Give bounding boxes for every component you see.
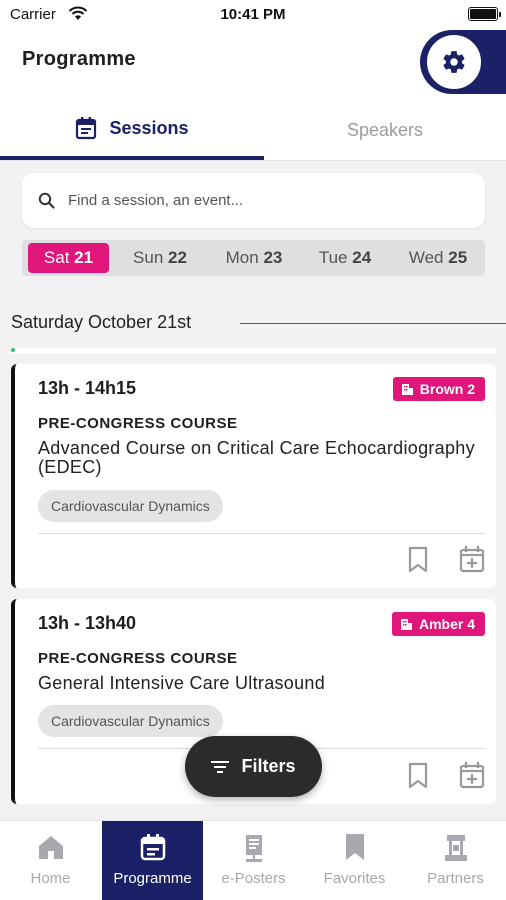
topic-chip[interactable]: Cardiovascular Dynamics [38,705,223,737]
day-number: 21 [74,248,94,267]
calendar-add-icon[interactable] [459,761,485,789]
home-icon [38,836,63,859]
list-top-edge [11,348,496,354]
booth-icon [444,835,467,861]
day-number: 23 [263,248,283,267]
bottom-nav: Home Programme e-Posters Favorites Partn… [0,820,506,900]
day-name: Tue [318,248,348,267]
day-number: 24 [352,248,372,267]
room-badge: Amber 4 [391,612,485,636]
poster-icon [245,835,262,862]
day-number: 22 [168,248,187,267]
day-name: Sun [133,248,164,267]
tab-sessions-label: Sessions [109,117,189,138]
building-icon [400,618,412,630]
search-icon [38,192,55,209]
tab-sessions[interactable]: Sessions [0,100,264,160]
day-number: 25 [448,248,468,267]
tab-bar: Sessions Speakers [0,100,506,161]
nav-favorites-label: Favorites [323,870,386,887]
day-wed[interactable]: Wed 25 [397,243,479,273]
day-selector: Sat 21 Sun 22 Mon 23 Tue 24 Wed 25 [22,240,485,276]
session-title: General Intensive Care Ultrasound [38,673,326,693]
clock: 10:41 PM [220,6,286,23]
nav-home-label: Home [30,870,71,887]
session-time: 13h - 13h40 [38,613,137,633]
session-time: 13h - 14h15 [38,378,137,398]
room-badge: Brown 2 [392,377,485,401]
day-mon[interactable]: Mon 23 [212,243,296,273]
page-title: Programme [22,48,136,70]
day-name: Mon [225,248,259,267]
nav-e-posters[interactable]: e-Posters [203,821,304,900]
filters-button[interactable]: Filters [185,736,322,797]
nav-favorites[interactable]: Favorites [304,821,405,900]
nav-programme[interactable]: Programme [102,821,203,900]
bookmark-icon [345,834,364,860]
battery-icon [468,7,501,21]
day-tue[interactable]: Tue 24 [307,243,383,273]
settings-tab [420,30,506,94]
bookmark-icon[interactable] [407,546,429,574]
filters-label: Filters [241,756,296,776]
calendar-icon [76,117,97,140]
room-name: Brown 2 [419,381,475,397]
session-title: Advanced Course on Critical Care Echocar… [38,438,475,477]
day-name: Wed [408,248,444,267]
session-card[interactable]: 13h - 14h15 Brown 2 PRE-CONGRESS COURSE … [11,364,496,588]
gear-icon [443,51,465,73]
day-sat[interactable]: Sat 21 [28,243,109,273]
scroll-indicator [11,348,15,352]
tab-speakers[interactable]: Speakers [264,100,506,160]
nav-programme-label: Programme [113,870,192,887]
topic-chip[interactable]: Cardiovascular Dynamics [38,490,223,522]
calendar-add-icon[interactable] [459,545,485,573]
building-icon [401,383,413,395]
settings-button[interactable] [424,32,484,92]
date-heading: Saturday October 21st [11,312,192,332]
calendar-icon [140,834,165,861]
bookmark-icon[interactable] [407,762,429,790]
app-header: Programme [0,30,506,100]
nav-partners[interactable]: Partners [405,821,506,900]
session-type: PRE-CONGRESS COURSE [38,415,238,432]
status-bar: Carrier 10:41 PM [0,0,506,30]
session-type: PRE-CONGRESS COURSE [38,650,238,667]
search-input[interactable] [68,173,468,228]
room-name: Amber 4 [418,616,475,632]
nav-home[interactable]: Home [0,821,101,900]
day-sun[interactable]: Sun 22 [122,243,198,273]
card-divider [38,533,485,534]
day-name: Sat [43,248,70,267]
date-divider [240,323,506,324]
search-box [22,173,485,228]
nav-partners-label: Partners [427,870,484,887]
tab-speakers-label: Speakers [346,119,424,140]
filter-icon [211,760,230,773]
nav-e-posters-label: e-Posters [221,870,286,887]
